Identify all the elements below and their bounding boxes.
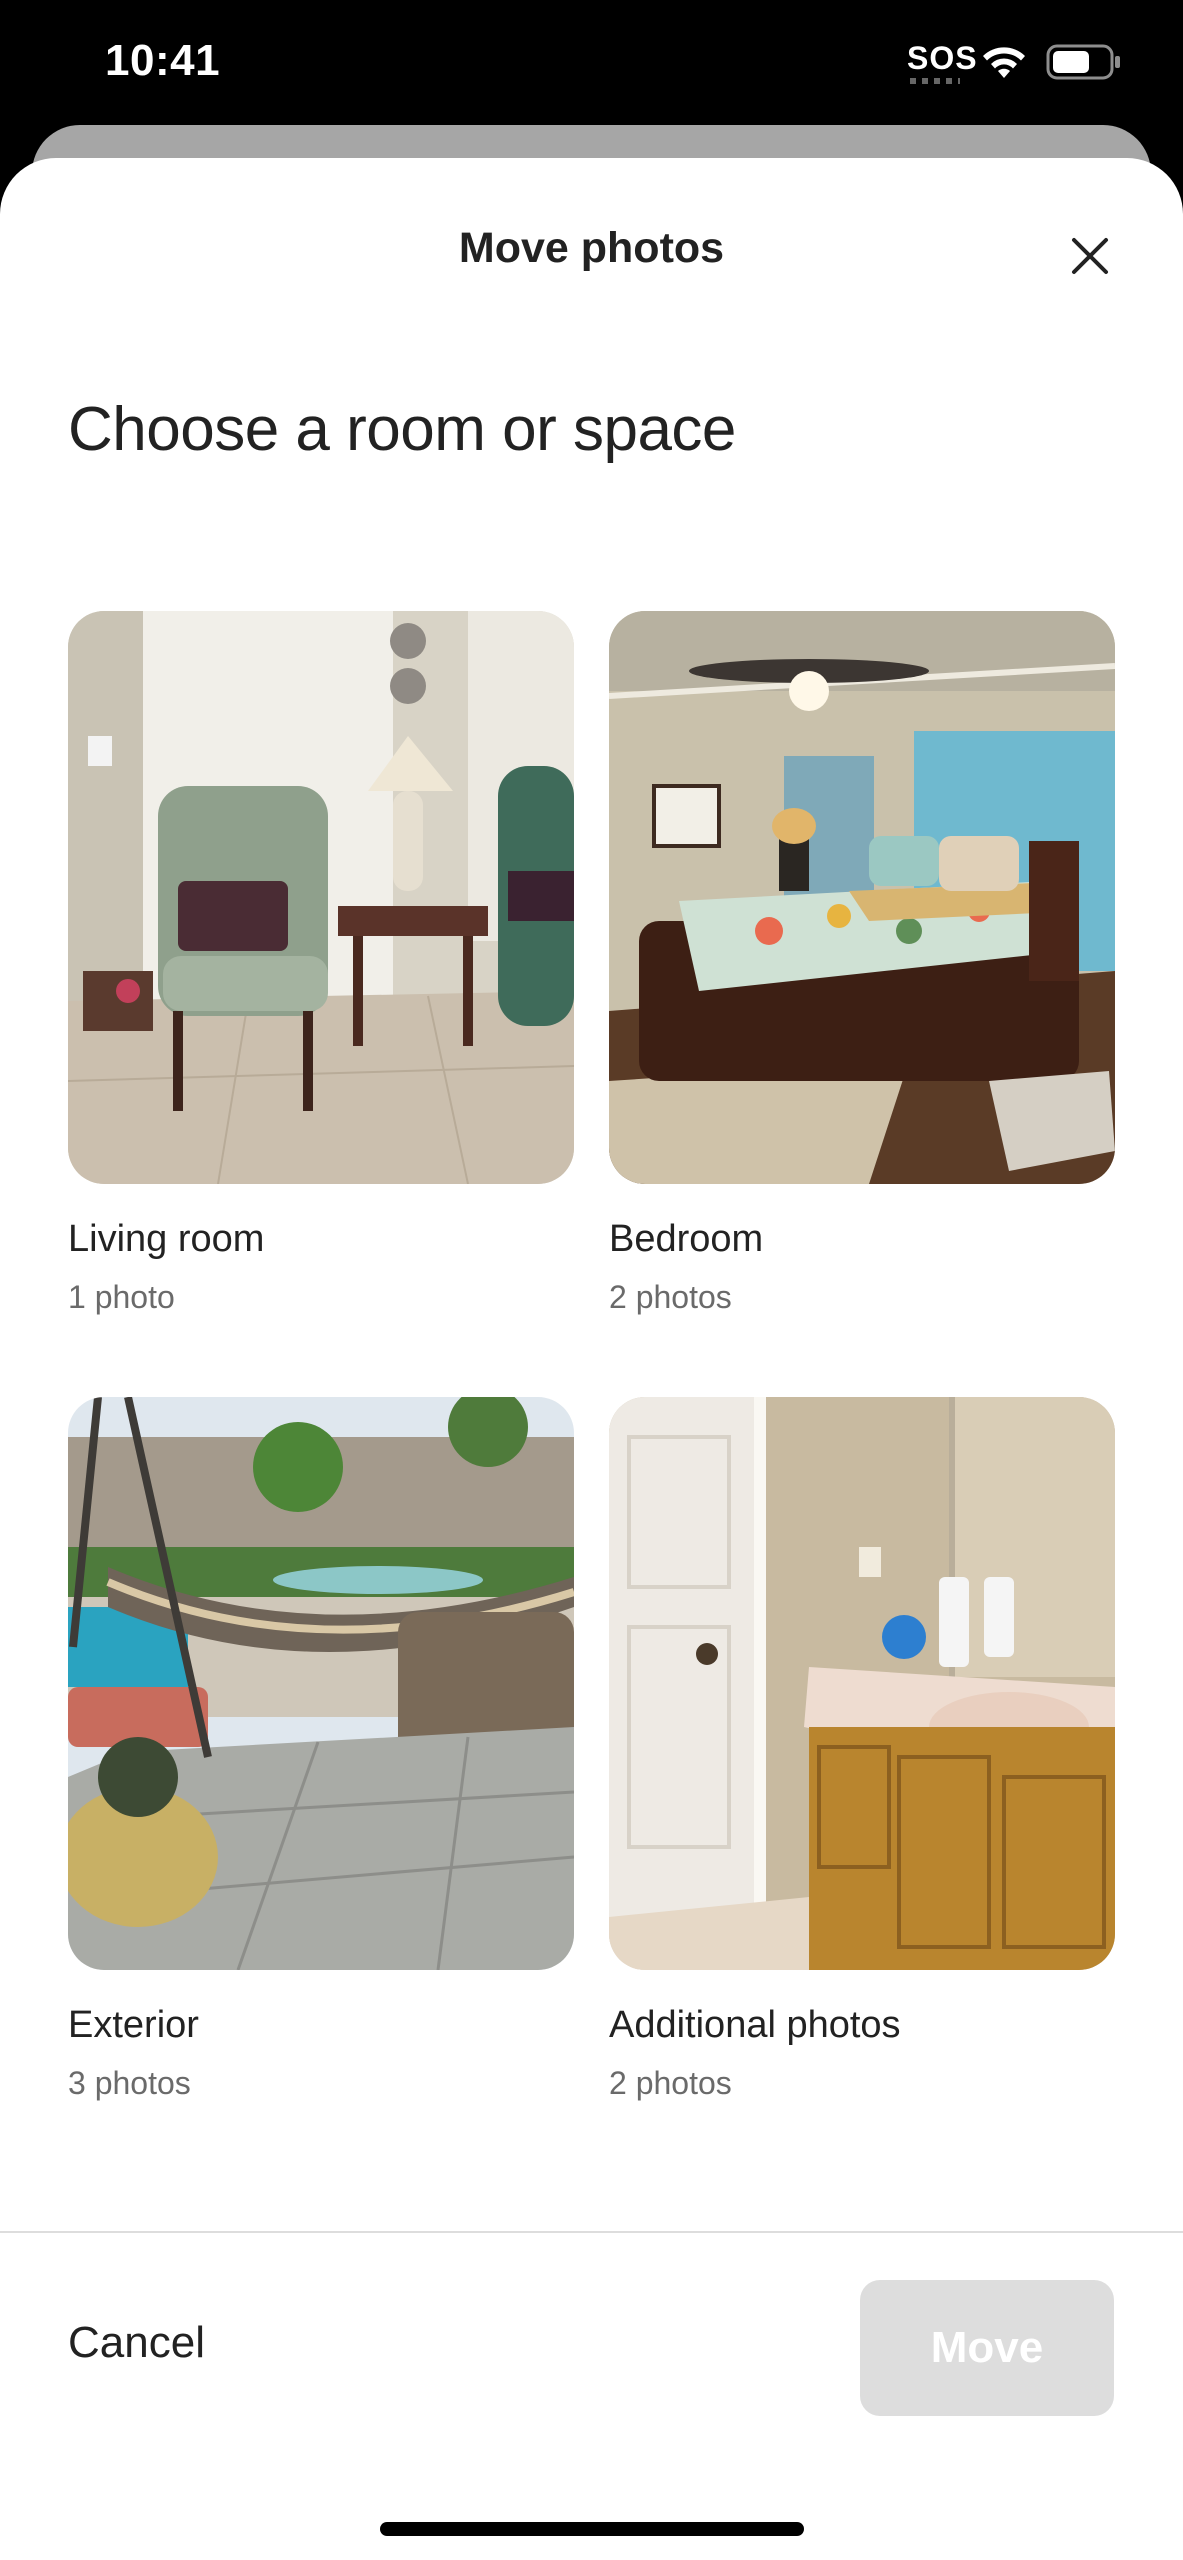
room-name: Exterior: [68, 2004, 199, 2046]
bedroom-photo: [609, 611, 1115, 1184]
wifi-icon: [983, 47, 1025, 78]
room-tile-additional-photos[interactable]: Additional photos 2 photos: [609, 1397, 1115, 2102]
photo-count: 1 photo: [68, 1279, 175, 1315]
room-tile-living-room[interactable]: Living room 1 photo: [68, 611, 574, 1316]
photo-count: 2 photos: [609, 1279, 732, 1315]
phone-screen: 10:41 SOS Move photos Choose a room or s…: [0, 0, 1183, 2560]
signal-dots-icon: [910, 78, 960, 84]
move-photos-sheet: Move photos Choose a room or space Livin…: [0, 158, 1183, 2560]
photo-count: 2 photos: [609, 2065, 732, 2101]
footer-divider-line: [0, 2231, 1183, 2233]
move-button[interactable]: Move: [860, 2280, 1114, 2416]
room-tile-exterior[interactable]: Exterior 3 photos: [68, 1397, 574, 2102]
room-name: Bedroom: [609, 1218, 764, 1260]
status-time: 10:41: [105, 36, 221, 85]
page-heading: Choose a room or space: [68, 395, 736, 464]
exterior-photo: [68, 1397, 574, 1970]
room-name: Additional photos: [609, 2004, 901, 2046]
status-bar: 10:41 SOS: [0, 0, 1183, 125]
room-tile-bedroom[interactable]: Bedroom 2 photos: [609, 611, 1115, 1316]
sos-indicator: SOS: [907, 40, 978, 76]
battery-icon: [1046, 44, 1120, 80]
room-name: Living room: [68, 1218, 265, 1260]
home-indicator: [380, 2522, 804, 2536]
close-button[interactable]: [1060, 226, 1120, 286]
photo-count: 3 photos: [68, 2065, 191, 2101]
cancel-button[interactable]: Cancel: [68, 2318, 205, 2368]
sheet-title: Move photos: [458, 224, 725, 272]
additional-photos-photo: [609, 1397, 1115, 1970]
close-icon: [1072, 238, 1108, 274]
living-room-photo: [68, 611, 574, 1184]
